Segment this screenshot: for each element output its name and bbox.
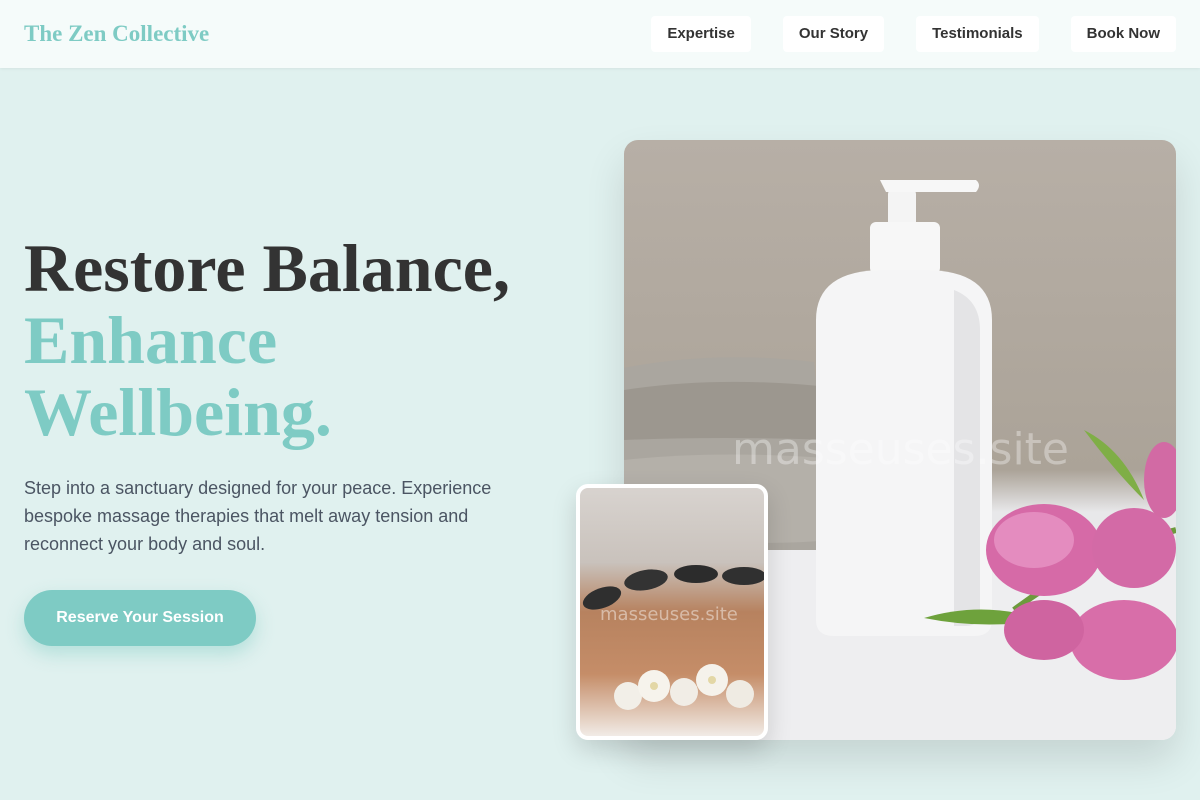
main-image-watermark: masseuses.site (732, 424, 1070, 475)
nav-item-testimonials[interactable]: Testimonials (916, 16, 1039, 52)
hero-description: Step into a sanctuary designed for your … (24, 478, 492, 554)
brand-logo[interactable]: The Zen Collective (24, 21, 209, 47)
nav-item-our-story[interactable]: Our Story (782, 16, 885, 52)
site-header: The Zen Collective Expertise Our Story T… (0, 0, 1200, 68)
hero-title-line-1: Restore Balance, (24, 230, 510, 306)
nav-item-book-now[interactable]: Book Now (1070, 16, 1176, 52)
main-nav: Expertise Our Story Testimonials Book No… (651, 16, 1176, 52)
hero-title-line-2: Enhance (24, 302, 278, 378)
hero-title-line-3: Wellbeing. (24, 374, 332, 450)
inset-image-watermark: masseuses.site (600, 604, 738, 625)
reserve-session-button[interactable]: Reserve Your Session (24, 590, 256, 646)
hero-title: Restore Balance, Enhance Wellbeing. (24, 232, 584, 448)
nav-item-expertise[interactable]: Expertise (651, 16, 751, 52)
